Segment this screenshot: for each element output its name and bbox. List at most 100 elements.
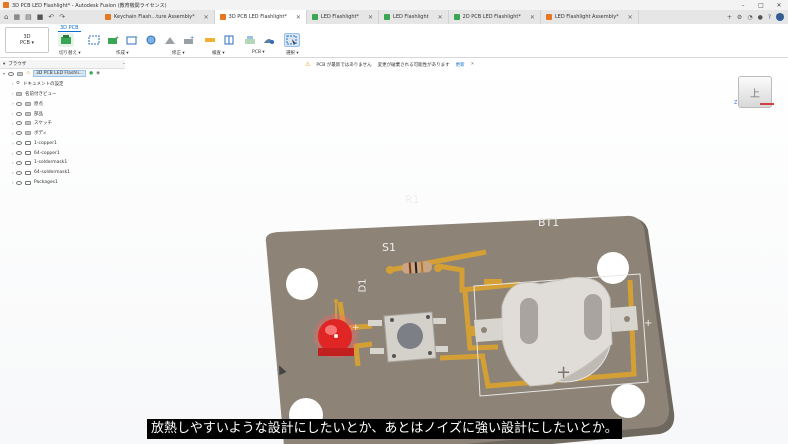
close-window-button[interactable]: ✕ — [770, 2, 788, 9]
browser-item-document-settings[interactable]: › ⚙ ドキュメントの設定 — [0, 79, 125, 89]
switch-lead-tr — [432, 318, 446, 324]
visibility-eye-icon[interactable] — [16, 170, 22, 175]
tab-2d-pcb-led-flashlight[interactable]: 2D PCB LED Flashlight* ✕ — [449, 10, 541, 24]
browser-item-sketches[interactable]: › スケッチ — [0, 118, 125, 128]
notifications-icon[interactable]: ● — [758, 14, 763, 21]
close-notification-icon[interactable]: ✕ — [471, 62, 475, 67]
target-icon[interactable]: ◉ — [96, 71, 100, 76]
pcb-pull-from-board-button[interactable] — [261, 33, 277, 47]
collapse-browser-icon[interactable]: ▾ — [3, 62, 5, 67]
undo-icon[interactable]: ↶ — [48, 13, 54, 21]
visibility-eye-icon[interactable] — [16, 141, 22, 146]
maximize-button[interactable]: □ — [752, 2, 770, 9]
view-cube-face-top[interactable]: 上 — [750, 85, 760, 100]
visibility-eye-icon[interactable] — [8, 71, 14, 76]
axis-z-label: Z — [734, 100, 738, 106]
workspace-switcher[interactable]: 3D PCB ▾ — [5, 27, 49, 53]
browser-item-64-copper1[interactable]: › 64-copper1 — [0, 148, 125, 158]
tab-led-flashlight-assembly[interactable]: LED Flashlight Assembly* ✕ — [541, 10, 639, 24]
browser-item-packages1[interactable]: › Packages1 — [0, 178, 125, 188]
chevron-right-icon[interactable]: › — [12, 170, 14, 175]
measure-button[interactable] — [202, 33, 218, 47]
visibility-eye-icon[interactable] — [16, 111, 22, 116]
create-region-button[interactable]: + — [124, 33, 140, 47]
chevron-right-icon[interactable]: › — [12, 121, 14, 126]
extensions-icon[interactable]: ⚙ — [737, 14, 742, 21]
browser-item-named-views[interactable]: › 名前付きビュー — [0, 89, 125, 99]
create-component-button[interactable]: + — [105, 33, 121, 47]
tab-led-flashlight-modified[interactable]: LED Flashlight* ✕ — [307, 10, 380, 24]
tab-3d-pcb[interactable]: 3D PCB — [58, 25, 81, 32]
chevron-down-icon[interactable]: ▾ — [3, 71, 5, 76]
chevron-right-icon[interactable]: › — [12, 111, 14, 116]
minimize-button[interactable]: – — [734, 2, 752, 9]
browser-item-1-copper1[interactable]: › 1-copper1 — [0, 138, 125, 148]
led-label: D1 — [357, 278, 369, 293]
resistor-label: R1 — [405, 193, 420, 206]
close-tab-icon[interactable]: ✕ — [296, 14, 301, 21]
modify-press-pull-button[interactable] — [162, 33, 178, 47]
create-shape-button[interactable] — [143, 33, 159, 47]
visibility-eye-icon[interactable] — [16, 101, 22, 106]
pcb-group-label: PCB ▾ — [252, 50, 265, 55]
save-icon[interactable]: ■ — [37, 13, 44, 21]
visibility-eye-icon[interactable] — [16, 121, 22, 126]
new-tab-icon[interactable]: + — [727, 14, 732, 21]
browser-item-bodies[interactable]: › ボディ — [0, 128, 125, 138]
visibility-eye-icon[interactable] — [16, 131, 22, 136]
browser-item-parts[interactable]: › 部品 — [0, 109, 125, 119]
close-tab-icon[interactable]: ✕ — [438, 14, 443, 21]
job-status-icon[interactable]: ◔ — [747, 14, 752, 21]
tab-keychain-assembly[interactable]: Keychain Flash…ture Assembly* ✕ — [100, 10, 215, 24]
chevron-right-icon[interactable]: › — [12, 151, 14, 156]
chevron-right-icon[interactable]: › — [12, 101, 14, 106]
mounting-hole-br — [611, 384, 645, 418]
close-tab-icon[interactable]: ✕ — [368, 14, 373, 21]
pcb-push-to-board-button[interactable] — [242, 33, 258, 47]
create-group-label: 作成 ▾ — [116, 51, 129, 56]
switch-group-label: 切り替え ▾ — [59, 51, 81, 56]
section-analysis-button[interactable] — [221, 33, 237, 47]
create-sketch-button[interactable] — [86, 33, 102, 47]
switch-lead-br — [434, 346, 448, 352]
browser-root-node[interactable]: ▾ ⚠ 3D PCB LED Flashli… ● ◉ — [0, 69, 125, 79]
resistor-pad-right — [434, 264, 442, 272]
close-tab-icon[interactable]: ✕ — [628, 14, 633, 21]
modify-add-button[interactable]: + — [181, 33, 197, 47]
warning-icon: ⚠ — [305, 61, 311, 68]
activate-icon[interactable]: ● — [89, 71, 93, 76]
close-tab-icon[interactable]: ✕ — [204, 14, 209, 21]
schematic-doc-icon — [311, 14, 318, 20]
help-icon[interactable]: ? — [768, 14, 771, 21]
root-node-label: 3D PCB LED Flashli… — [33, 70, 87, 78]
switch-to-board-button[interactable] — [58, 33, 74, 47]
led-highlight — [325, 325, 337, 335]
browser-item-64-soldermask1[interactable]: › 64-soldermask1 — [0, 168, 125, 178]
chevron-right-icon[interactable]: › — [12, 141, 14, 146]
visibility-eye-icon[interactable] — [16, 160, 22, 165]
browser-item-1-soldermask1[interactable]: › 1-soldermask1 — [0, 158, 125, 168]
chevron-right-icon[interactable]: › — [12, 91, 14, 96]
chevron-right-icon[interactable]: › — [12, 81, 14, 86]
file-icon[interactable]: ▤ — [25, 13, 32, 21]
select-button[interactable] — [284, 33, 300, 47]
axis-x-indicator — [760, 103, 774, 105]
browser-menu-icon[interactable]: – — [123, 62, 125, 67]
grid-menu-icon[interactable]: ▦ — [13, 13, 20, 21]
redo-icon[interactable]: ↷ — [59, 13, 65, 21]
document-icon — [17, 71, 23, 76]
chevron-right-icon[interactable]: › — [12, 131, 14, 136]
tab-3d-pcb-led-flashlight[interactable]: 3D PCB LED Flashlight* ✕ — [214, 10, 307, 24]
avatar[interactable]: TK — [776, 13, 784, 21]
close-tab-icon[interactable]: ✕ — [530, 14, 535, 21]
chevron-right-icon[interactable]: › — [12, 160, 14, 165]
home-icon[interactable]: ⌂ — [4, 13, 8, 21]
update-link[interactable]: 更新 — [456, 62, 465, 68]
layer-icon — [25, 151, 31, 156]
led-base — [318, 348, 354, 356]
browser-item-origin[interactable]: › 原点 — [0, 99, 125, 109]
chevron-right-icon[interactable]: › — [12, 180, 14, 185]
visibility-eye-icon[interactable] — [16, 151, 22, 156]
tab-led-flashlight[interactable]: LED Flashlight ✕ — [379, 10, 449, 24]
visibility-eye-icon[interactable] — [16, 180, 22, 185]
